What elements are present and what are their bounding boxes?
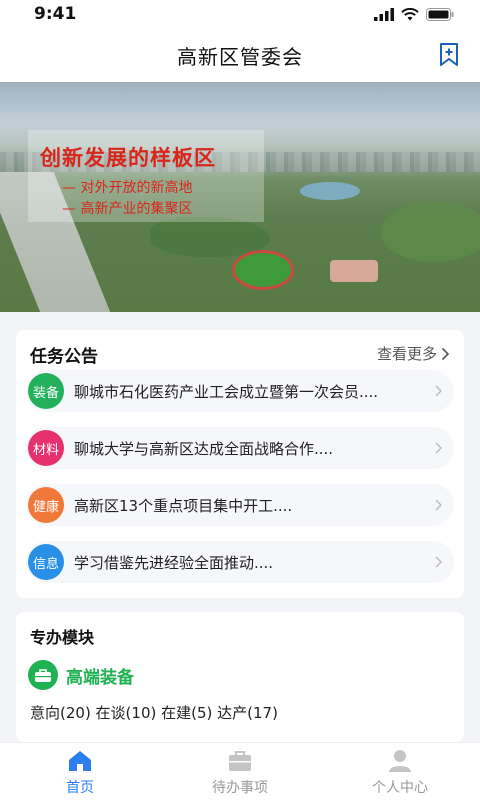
notice-text: 聊城市石化医药产业工会成立暨第一次会员.... (74, 382, 379, 401)
module-section-title: 专办模块 (30, 628, 95, 647)
banner-subline: — 高新产业的集聚区 (62, 201, 193, 217)
chevron-right-icon (435, 556, 442, 568)
briefcase-icon (28, 660, 58, 690)
tab-label: 首页 (66, 780, 94, 796)
notice-text: 高新区13个重点项目集中开工.... (74, 496, 293, 515)
banner-trees (380, 202, 480, 262)
wifi-icon (401, 7, 419, 20)
banner-subline: — 对外开放的新高地 (62, 180, 193, 196)
notice-card: 任务公告 查看更多 装备 聊城市石化医药产业工会成立暨第一次会员.... 材料 … (16, 330, 464, 598)
chevron-right-icon (435, 499, 442, 511)
chevron-right-icon (441, 347, 450, 360)
tab-label: 待办事项 (212, 780, 268, 796)
briefcase-icon (229, 751, 251, 771)
module-name: 高端装备 (66, 667, 134, 688)
module-entry[interactable]: 高端装备 (28, 660, 134, 690)
module-stats: 意向(20) 在谈(10) 在建(5) 达产(17) (30, 704, 278, 722)
category-badge: 信息 (28, 544, 64, 580)
banner-lake (300, 182, 360, 200)
hero-banner[interactable]: 创新发展的样板区 — 对外开放的新高地 — 高新产业的集聚区 (0, 82, 480, 312)
view-more-link[interactable]: 查看更多 (377, 343, 450, 364)
user-icon (389, 750, 411, 772)
banner-headline: 创新发展的样板区 (40, 146, 216, 170)
banner-plaza (330, 260, 378, 282)
notice-text: 聊城大学与高新区达成全面战略合作.... (74, 439, 334, 458)
tab-profile[interactable]: 个人中心 (320, 743, 480, 800)
battery-icon (426, 7, 454, 21)
module-card: 专办模块 高端装备 意向(20) 在谈(10) 在建(5) 达产(17) (16, 612, 464, 742)
bookmark-add-icon[interactable] (438, 42, 460, 68)
chevron-right-icon (435, 442, 442, 454)
status-time: 9:41 (34, 4, 77, 24)
notice-item[interactable]: 信息 学习借鉴先进经验全面推动.... (26, 541, 454, 583)
category-badge: 材料 (28, 430, 64, 466)
home-icon (69, 751, 91, 771)
tab-home[interactable]: 首页 (0, 743, 160, 800)
signal-icon (374, 7, 394, 21)
tab-bar: 首页 待办事项 个人中心 (0, 742, 480, 800)
notice-item[interactable]: 材料 聊城大学与高新区达成全面战略合作.... (26, 427, 454, 469)
nav-bar: 高新区管委会 (0, 28, 480, 82)
banner-stadium (232, 250, 294, 290)
notice-text: 学习借鉴先进经验全面推动.... (74, 553, 274, 572)
status-icons (374, 7, 454, 21)
view-more-label: 查看更多 (376, 345, 437, 363)
category-badge: 健康 (28, 487, 64, 523)
notice-item[interactable]: 装备 聊城市石化医药产业工会成立暨第一次会员.... (26, 370, 454, 412)
notice-list: 装备 聊城市石化医药产业工会成立暨第一次会员.... 材料 聊城大学与高新区达成… (26, 370, 454, 598)
chevron-right-icon (435, 385, 442, 397)
status-bar: 9:41 (0, 0, 480, 28)
notice-section-title: 任务公告 (30, 347, 98, 367)
notice-item[interactable]: 健康 高新区13个重点项目集中开工.... (26, 484, 454, 526)
category-badge: 装备 (28, 373, 64, 409)
tab-label: 个人中心 (372, 780, 428, 796)
page-title: 高新区管委会 (177, 44, 303, 69)
tab-todo[interactable]: 待办事项 (160, 743, 320, 800)
